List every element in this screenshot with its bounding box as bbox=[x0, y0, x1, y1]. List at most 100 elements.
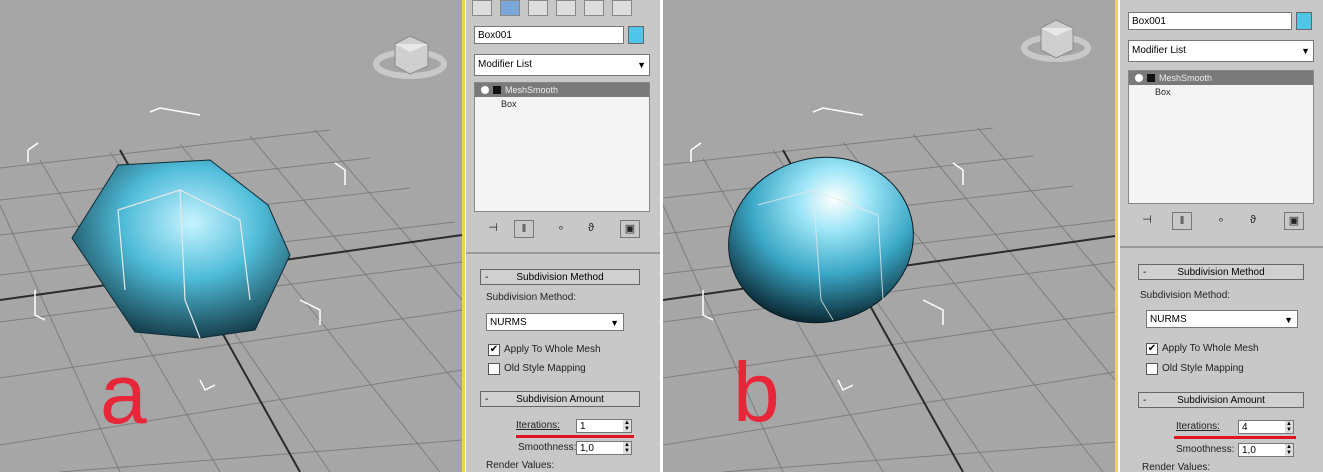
viewcube-a[interactable] bbox=[373, 35, 447, 79]
collapse-icon: - bbox=[1143, 267, 1147, 278]
subdivision-method-label: Subdivision Method: bbox=[1140, 290, 1231, 301]
modifier-list-dropdown[interactable]: Modifier List ▼ bbox=[474, 54, 650, 76]
panel-separator bbox=[466, 252, 660, 254]
old-style-mapping-checkbox[interactable] bbox=[1146, 363, 1158, 375]
chevron-down-icon: ▼ bbox=[610, 318, 619, 328]
rollout-title: Subdivision Method bbox=[1177, 267, 1265, 278]
make-unique-icon[interactable]: ∘ bbox=[552, 220, 570, 236]
smoothness-spinner[interactable]: 1,0 ▲ ▼ bbox=[576, 441, 632, 455]
chevron-down-icon: ▼ bbox=[1284, 315, 1293, 325]
rollout-subdivision-method[interactable]: - Subdivision Method bbox=[480, 269, 640, 285]
rollout-subdivision-method[interactable]: - Subdivision Method bbox=[1138, 264, 1304, 280]
smoothness-spinner[interactable]: 1,0 ▲ ▼ bbox=[1238, 443, 1294, 457]
rollout-subdivision-amount[interactable]: - Subdivision Amount bbox=[1138, 392, 1304, 408]
collapse-icon: - bbox=[485, 272, 489, 283]
display-tab-icon[interactable] bbox=[584, 0, 604, 16]
object-name-field[interactable]: Box001 bbox=[1128, 12, 1292, 30]
subdivision-method-dropdown[interactable]: NURMS ▼ bbox=[486, 313, 624, 331]
old-style-mapping-label: Old Style Mapping bbox=[504, 363, 586, 374]
render-values-label: Render Values: bbox=[1142, 462, 1211, 473]
panel-b: b Box001 Modifier List ▼ MeshSmooth Box … bbox=[663, 0, 1323, 473]
panel-label-a: a bbox=[100, 347, 147, 441]
render-values-label: Render Values: bbox=[486, 460, 555, 471]
modifier-list-dropdown[interactable]: Modifier List ▼ bbox=[1128, 40, 1314, 62]
old-style-mapping-checkbox[interactable] bbox=[488, 363, 500, 375]
object-color-swatch[interactable] bbox=[1296, 12, 1312, 30]
command-panel-a: Box001 Modifier List ▼ MeshSmooth Box ⊣ … bbox=[466, 0, 660, 472]
command-panel-tabs bbox=[472, 0, 654, 20]
stack-item-label: MeshSmooth bbox=[1159, 73, 1213, 83]
hierarchy-tab-icon[interactable] bbox=[528, 0, 548, 16]
rollout-subdivision-amount[interactable]: - Subdivision Amount bbox=[480, 391, 640, 407]
iterations-label: Iterations: bbox=[1176, 421, 1220, 432]
modifier-toggle-icon bbox=[493, 86, 501, 94]
old-style-mapping-label: Old Style Mapping bbox=[1162, 363, 1244, 374]
spinner-arrows-icon[interactable]: ▲ ▼ bbox=[1285, 444, 1293, 456]
stack-toolbar: ⊣ ‖ ∘ ϑ ▣ bbox=[474, 216, 650, 242]
object-name-field[interactable]: Box001 bbox=[474, 26, 624, 44]
viewcube-b[interactable] bbox=[1021, 19, 1091, 62]
stack-item-meshsmooth[interactable]: MeshSmooth bbox=[1129, 71, 1313, 85]
apply-to-whole-mesh-checkbox[interactable]: ✔ bbox=[488, 344, 500, 356]
modifier-toggle-icon bbox=[1147, 74, 1155, 82]
modifier-stack: MeshSmooth Box bbox=[474, 82, 650, 212]
create-tab-icon[interactable] bbox=[472, 0, 492, 16]
mesh-object-a[interactable] bbox=[71, 159, 291, 339]
rollout-title: Subdivision Method bbox=[516, 272, 604, 283]
panel-a: a Box001 Modifier List ▼ MeshSmooth Box … bbox=[0, 0, 660, 472]
pin-icon[interactable]: ⊣ bbox=[484, 220, 502, 236]
rollout-title: Subdivision Amount bbox=[516, 394, 604, 405]
collapse-icon: - bbox=[1143, 395, 1147, 406]
remove-modifier-icon[interactable]: ϑ bbox=[582, 220, 600, 236]
apply-to-whole-mesh-label: Apply To Whole Mesh bbox=[1162, 343, 1259, 354]
subdivision-method-dropdown[interactable]: NURMS ▼ bbox=[1146, 310, 1298, 328]
stack-item-box[interactable]: Box bbox=[1129, 85, 1313, 99]
panel-label-b: b bbox=[733, 345, 780, 439]
active-viewport-border-b bbox=[1115, 0, 1118, 472]
grid-lines bbox=[663, 127, 1115, 472]
utilities-tab-icon[interactable] bbox=[612, 0, 632, 16]
modifier-list-label: Modifier List bbox=[478, 59, 532, 70]
highlight-underline bbox=[1174, 436, 1296, 439]
panel-separator bbox=[1120, 246, 1323, 248]
active-viewport-border-a bbox=[462, 0, 465, 472]
iterations-label: Iterations: bbox=[516, 420, 560, 431]
show-end-result-icon[interactable]: ‖ bbox=[514, 220, 534, 238]
collapse-icon: - bbox=[485, 394, 489, 405]
dropdown-value: NURMS bbox=[1150, 314, 1187, 325]
configure-modifier-sets-icon[interactable]: ▣ bbox=[1284, 212, 1304, 230]
dropdown-value: NURMS bbox=[490, 317, 527, 328]
iterations-spinner[interactable]: 1 ▲ ▼ bbox=[576, 419, 632, 433]
chevron-down-icon: ▼ bbox=[637, 60, 646, 70]
show-end-result-icon[interactable]: ‖ bbox=[1172, 212, 1192, 230]
iterations-spinner[interactable]: 4 ▲ ▼ bbox=[1238, 420, 1294, 434]
stack-item-meshsmooth[interactable]: MeshSmooth bbox=[475, 83, 649, 97]
smoothness-value: 1,0 bbox=[1242, 445, 1256, 456]
viewport-grid-b bbox=[663, 19, 1115, 472]
modify-tab-icon[interactable] bbox=[500, 0, 520, 16]
object-color-swatch[interactable] bbox=[628, 26, 644, 44]
lightbulb-icon[interactable] bbox=[481, 86, 489, 94]
viewport-b[interactable]: b bbox=[663, 0, 1115, 472]
modifier-list-label: Modifier List bbox=[1132, 45, 1186, 56]
command-panel-b: Box001 Modifier List ▼ MeshSmooth Box ⊣ … bbox=[1120, 0, 1323, 473]
remove-modifier-icon[interactable]: ϑ bbox=[1244, 212, 1262, 228]
spinner-arrows-icon[interactable]: ▲ ▼ bbox=[1285, 421, 1293, 433]
apply-to-whole-mesh-checkbox[interactable]: ✔ bbox=[1146, 343, 1158, 355]
make-unique-icon[interactable]: ∘ bbox=[1212, 212, 1230, 228]
chevron-down-icon: ▼ bbox=[1301, 46, 1310, 56]
pin-icon[interactable]: ⊣ bbox=[1138, 212, 1156, 228]
highlight-underline bbox=[516, 435, 634, 438]
viewport-a[interactable]: a bbox=[0, 0, 462, 472]
motion-tab-icon[interactable] bbox=[556, 0, 576, 16]
smoothness-label: Smoothness: bbox=[518, 442, 577, 453]
rollout-title: Subdivision Amount bbox=[1177, 395, 1265, 406]
spinner-arrows-icon[interactable]: ▲ ▼ bbox=[623, 420, 631, 432]
spinner-arrows-icon[interactable]: ▲ ▼ bbox=[623, 442, 631, 454]
stack-item-box[interactable]: Box bbox=[475, 97, 649, 111]
configure-modifier-sets-icon[interactable]: ▣ bbox=[620, 220, 640, 238]
modifier-stack: MeshSmooth Box bbox=[1128, 70, 1314, 204]
lightbulb-icon[interactable] bbox=[1135, 74, 1143, 82]
iterations-value: 1 bbox=[580, 421, 586, 432]
iterations-value: 4 bbox=[1242, 422, 1248, 433]
